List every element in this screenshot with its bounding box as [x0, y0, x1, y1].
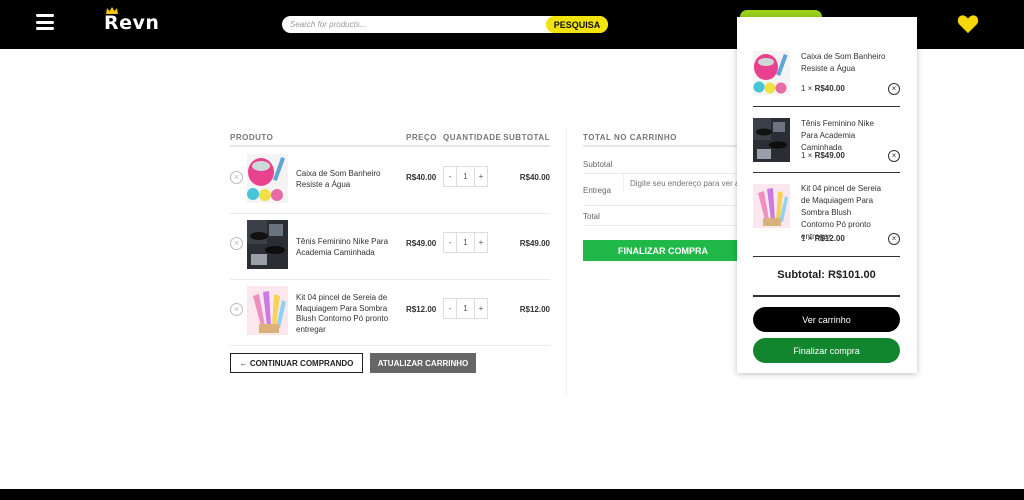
totals-heading: TOTAL NO CARRINHO [583, 128, 743, 147]
mini-cart-remove-icon[interactable]: × [888, 83, 900, 95]
qty-input[interactable]: 1 [456, 233, 475, 252]
shipping-address-input[interactable] [623, 174, 743, 192]
list-item: Kit 04 pincel de Sereia de Maquiagem Par… [753, 180, 900, 257]
totals-shipping-row: Entrega [583, 174, 743, 206]
quantity-stepper: - 1 + [443, 166, 488, 187]
subtotal-label: Subtotal [583, 160, 613, 169]
remove-item-icon[interactable]: × [230, 171, 243, 184]
product-thumbnail[interactable] [753, 118, 790, 162]
cart-table-header: PRODUTO PREÇO QUANTIDADE SUBTOTAL [230, 128, 550, 147]
mini-cart-item-name[interactable]: Caixa de Som Banheiro Resiste a Água [801, 51, 886, 75]
list-item: Caixa de Som Banheiro Resiste a Água 1 ×… [753, 47, 900, 107]
header-product: PRODUTO [230, 133, 274, 142]
row-subtotal: R$49.00 [519, 239, 550, 248]
header-subtotal: SUBTOTAL [503, 133, 550, 142]
mini-cart-dropdown: Caixa de Som Banheiro Resiste a Água 1 ×… [737, 17, 917, 373]
footer-bar [0, 489, 1024, 500]
table-row: × Kit 04 pincel de Sereia de Maquiagem P… [230, 280, 550, 346]
list-item: Tênis Feminino Nike Para Academia Caminh… [753, 114, 900, 173]
qty-text: 1 × [801, 234, 815, 243]
qty-text: 1 × [801, 151, 815, 160]
mini-cart-subtotal: Subtotal: R$101.00 [777, 269, 876, 281]
mini-cart-checkout-button[interactable]: Finalizar compra [753, 338, 900, 363]
product-name-link[interactable]: Tênis Feminino Nike Para Academia Caminh… [296, 237, 396, 258]
qty-input[interactable]: 1 [456, 299, 475, 318]
product-thumbnail[interactable] [753, 51, 790, 95]
mini-cart-remove-icon[interactable]: × [888, 233, 900, 245]
table-row: × Caixa de Som Banheiro Resiste a Água R… [230, 148, 550, 214]
price-text: R$12.00 [814, 234, 845, 243]
remove-item-icon[interactable]: × [230, 237, 243, 250]
checkout-button[interactable]: FINALIZAR COMPRA [583, 240, 743, 261]
qty-decrease-button[interactable]: - [444, 299, 456, 318]
update-cart-button[interactable]: ATUALIZAR CARRINHO [370, 353, 476, 373]
header-quantity: QUANTIDADE [443, 133, 502, 142]
remove-item-icon[interactable]: × [230, 303, 243, 316]
header-price: PREÇO [406, 133, 437, 142]
column-divider [566, 128, 567, 396]
product-thumbnail[interactable] [247, 286, 288, 335]
logo-text: Revn [104, 12, 160, 34]
search-button[interactable]: PESQUISA [546, 16, 608, 33]
qty-increase-button[interactable]: + [475, 299, 487, 318]
mini-cart-item-qty: 1 × R$12.00 [801, 234, 845, 243]
row-subtotal: R$12.00 [519, 305, 550, 314]
crown-icon [106, 7, 118, 14]
product-name-link[interactable]: Kit 04 pincel de Sereia de Maquiagem Par… [296, 293, 396, 335]
shipping-label: Entrega [583, 186, 612, 195]
product-price: R$12.00 [406, 305, 437, 314]
mini-cart-item-qty: 1 × R$40.00 [801, 84, 845, 93]
qty-increase-button[interactable]: + [475, 233, 487, 252]
price-text: R$40.00 [814, 84, 845, 93]
view-cart-button[interactable]: Ver carrinho [753, 307, 900, 332]
product-price: R$49.00 [406, 239, 437, 248]
product-name-link[interactable]: Caixa de Som Banheiro Resiste a Água [296, 169, 396, 190]
quantity-stepper: - 1 + [443, 232, 488, 253]
product-thumbnail[interactable] [247, 154, 288, 203]
totals-subtotal-row: Subtotal [583, 148, 743, 174]
quantity-stepper: - 1 + [443, 298, 488, 319]
price-text: R$49.00 [814, 151, 845, 160]
site-logo[interactable]: Revn [104, 7, 160, 34]
search-bar: PESQUISA [282, 16, 608, 33]
qty-text: 1 × [801, 84, 815, 93]
qty-decrease-button[interactable]: - [444, 233, 456, 252]
product-price: R$40.00 [406, 173, 437, 182]
product-thumbnail[interactable] [247, 220, 288, 269]
table-row: × Tênis Feminino Nike Para Academia Cami… [230, 214, 550, 280]
mini-cart-item-name[interactable]: Tênis Feminino Nike Para Academia Caminh… [801, 118, 886, 154]
mini-cart-remove-icon[interactable]: × [888, 150, 900, 162]
search-input[interactable] [290, 16, 540, 33]
heart-icon[interactable] [957, 14, 979, 34]
total-label: Total [583, 212, 600, 221]
qty-increase-button[interactable]: + [475, 167, 487, 186]
totals-total-row: Total [583, 206, 743, 226]
continue-shopping-button[interactable]: ← CONTINUAR COMPRANDO [230, 353, 363, 373]
product-thumbnail[interactable] [753, 184, 790, 228]
mini-cart-item-qty: 1 × R$49.00 [801, 151, 845, 160]
qty-input[interactable]: 1 [456, 167, 475, 186]
mini-cart-divider [753, 295, 900, 297]
menu-icon[interactable] [36, 14, 54, 30]
row-subtotal: R$40.00 [519, 173, 550, 182]
qty-decrease-button[interactable]: - [444, 167, 456, 186]
